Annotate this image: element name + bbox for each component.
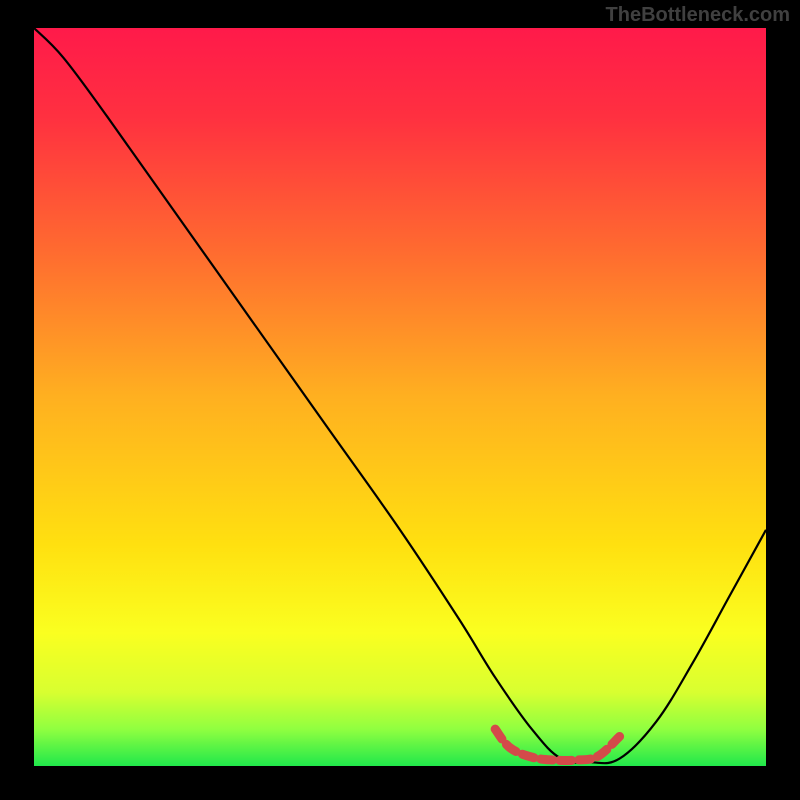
curve-layer — [34, 28, 766, 766]
chart-container: TheBottleneck.com — [0, 0, 800, 800]
watermark-text: TheBottleneck.com — [606, 4, 790, 27]
plot-area — [34, 28, 766, 766]
bottleneck-curve — [34, 28, 766, 763]
